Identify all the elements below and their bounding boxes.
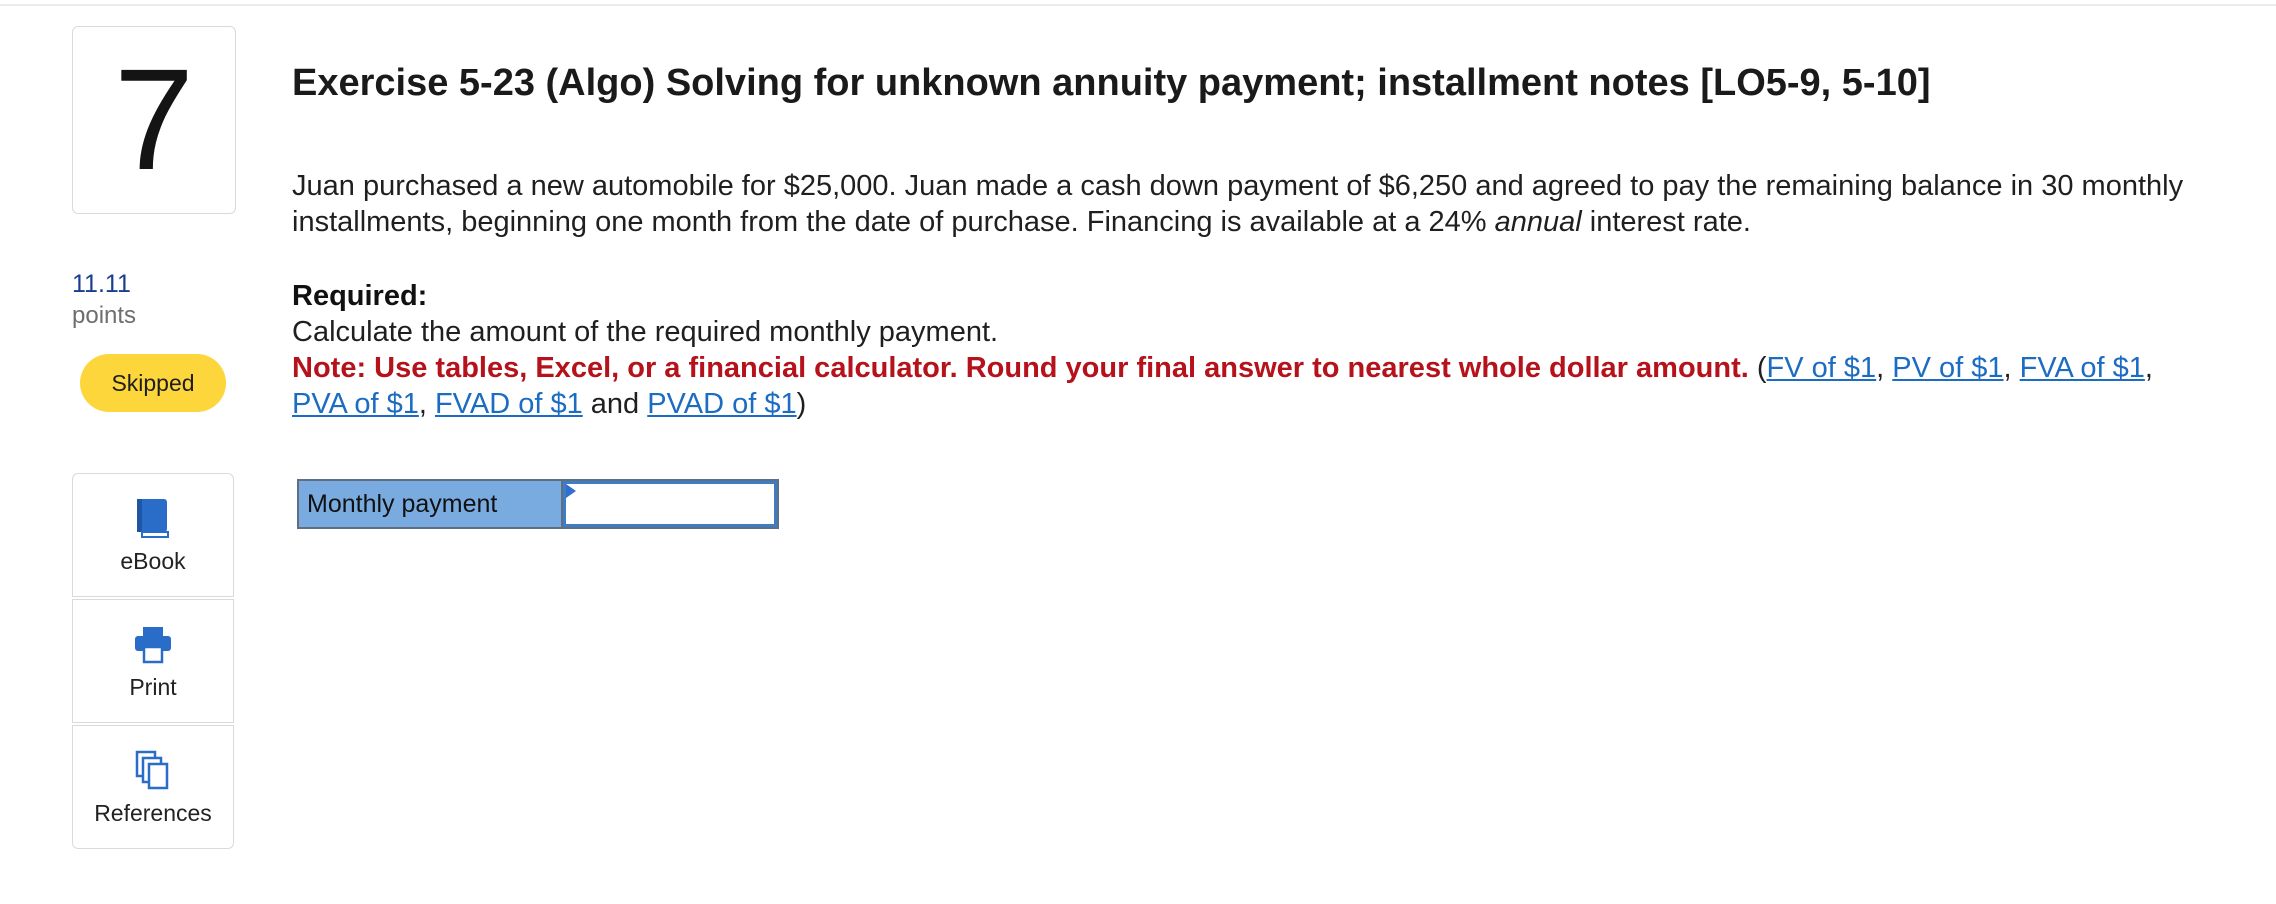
points-value: 11.11 (72, 270, 131, 298)
top-divider (0, 4, 2276, 6)
fvad-of-1-link[interactable]: FVAD of $1 (435, 388, 583, 420)
print-label: Print (129, 673, 177, 700)
pva-of-1-link[interactable]: PVA of $1 (292, 388, 419, 420)
references-label: References (94, 799, 212, 826)
status-badge: Skipped (80, 354, 226, 412)
ebook-button[interactable]: eBook (72, 473, 234, 597)
points-label: points (72, 302, 137, 329)
monthly-payment-label: Monthly payment (299, 481, 563, 527)
monthly-payment-input[interactable] (566, 484, 774, 524)
note-text: Note: Use tables, Excel, or a financial … (292, 352, 1749, 384)
pv-of-1-link[interactable]: PV of $1 (1892, 352, 2003, 384)
exercise-content: Juan purchased a new automobile for $25,… (292, 168, 2192, 422)
copy-documents-icon (133, 748, 173, 792)
fv-of-1-link[interactable]: FV of $1 (1767, 352, 1877, 384)
exercise-title: Exercise 5-23 (Algo) Solving for unknown… (292, 62, 1931, 104)
print-button[interactable]: Print (72, 599, 234, 723)
references-button[interactable]: References (72, 725, 234, 849)
required-text: Calculate the amount of the required mon… (292, 316, 999, 348)
ebook-label: eBook (120, 547, 186, 574)
cell-marker-icon (566, 484, 576, 498)
printer-icon (133, 622, 173, 666)
pvad-of-1-link[interactable]: PVAD of $1 (647, 388, 796, 420)
question-number: 7 (72, 26, 236, 214)
instruction-note: Note: Use tables, Excel, or a financial … (292, 352, 2153, 420)
fva-of-1-link[interactable]: FVA of $1 (2020, 352, 2145, 384)
tools-panel: eBook Print References (72, 473, 234, 849)
problem-statement: Juan purchased a new automobile for $25,… (292, 170, 2184, 238)
monthly-payment-cell (563, 481, 777, 527)
book-icon (135, 496, 171, 540)
required-heading: Required: (292, 280, 428, 312)
emphasis-annual: annual (1494, 206, 1582, 238)
answer-table: Monthly payment (297, 479, 779, 529)
